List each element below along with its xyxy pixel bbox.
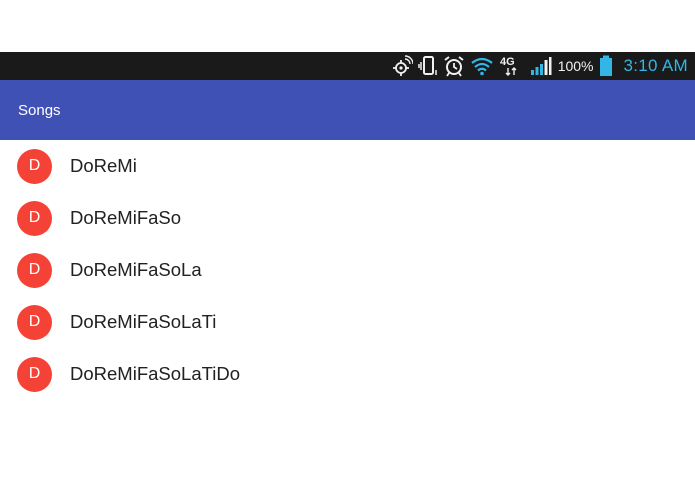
- network-4g-icon: 4G: [499, 55, 525, 77]
- status-bar: 4G 100% 3:10 AM: [0, 52, 695, 80]
- top-blank-area: [0, 0, 695, 52]
- alarm-icon: [443, 55, 465, 77]
- song-list-item[interactable]: D DoReMi: [0, 140, 695, 192]
- song-title: DoReMiFaSoLaTi: [70, 311, 217, 332]
- screen: 4G 100% 3:10 AM Songs D DoReMi D DoReMiF…: [0, 0, 695, 494]
- battery-percentage: 100%: [557, 58, 594, 74]
- song-avatar: D: [17, 304, 52, 340]
- page-title: Songs: [18, 101, 61, 119]
- gps-icon: [391, 55, 413, 77]
- song-avatar: D: [17, 200, 52, 236]
- battery-icon: [599, 55, 613, 77]
- vibrate-icon: [417, 55, 438, 77]
- signal-icon: [530, 55, 552, 77]
- song-title: DoReMi: [70, 155, 137, 176]
- song-title: DoReMiFaSo: [70, 207, 182, 228]
- song-list: D DoReMi D DoReMiFaSo D DoReMiFaSoLa D D…: [0, 140, 695, 400]
- song-avatar: D: [17, 148, 52, 184]
- song-list-item[interactable]: D DoReMiFaSoLaTiDo: [0, 348, 695, 400]
- wifi-icon: [470, 55, 494, 77]
- song-list-item[interactable]: D DoReMiFaSoLa: [0, 244, 695, 296]
- song-title: DoReMiFaSoLa: [70, 259, 202, 280]
- song-avatar: D: [17, 356, 52, 392]
- network-4g-label: 4G: [500, 56, 515, 68]
- song-title: DoReMiFaSoLaTiDo: [70, 363, 240, 384]
- status-clock: 3:10 AM: [623, 56, 688, 75]
- song-avatar: D: [17, 252, 52, 288]
- song-list-item[interactable]: D DoReMiFaSo: [0, 192, 695, 244]
- app-bar: Songs: [0, 80, 695, 140]
- song-list-item[interactable]: D DoReMiFaSoLaTi: [0, 296, 695, 348]
